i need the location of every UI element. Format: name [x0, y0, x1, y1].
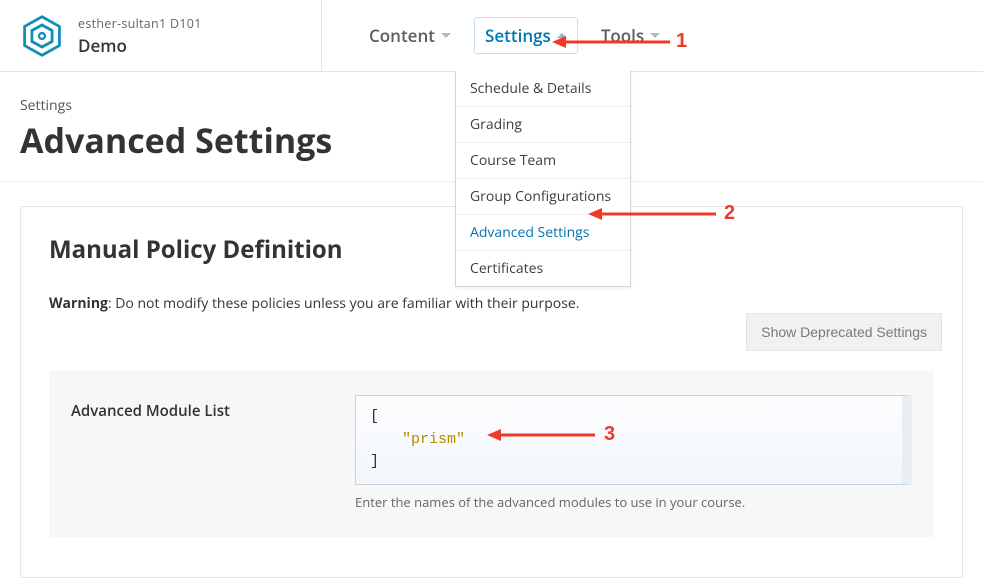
top-bar: esther-sultan1 D101 Demo Content Setting…: [0, 0, 983, 72]
policy-value-block: [ "prism" ] Enter the names of the advan…: [355, 395, 912, 511]
main-nav: Content Settings Tools: [322, 0, 671, 71]
code-close-bracket: ]: [370, 453, 379, 470]
policy-help-text: Enter the names of the advanced modules …: [355, 493, 912, 511]
policy-row: Advanced Module List [ "prism" ] Enter t…: [49, 371, 934, 537]
policy-label: Advanced Module List: [71, 395, 325, 421]
logo-icon: [20, 14, 64, 58]
dropdown-item-certificates[interactable]: Certificates: [456, 251, 630, 286]
chevron-down-icon: [441, 33, 451, 38]
show-deprecated-button[interactable]: Show Deprecated Settings: [746, 313, 942, 351]
warning-text: : Do not modify these policies unless yo…: [108, 294, 579, 313]
code-open-bracket: [: [370, 408, 379, 425]
dropdown-item-schedule[interactable]: Schedule & Details: [456, 71, 630, 107]
chevron-down-icon: [650, 33, 660, 38]
nav-tools[interactable]: Tools: [590, 17, 671, 54]
warning-row: Warning: Do not modify these policies un…: [49, 294, 934, 313]
advanced-module-list-input[interactable]: [ "prism" ]: [355, 395, 912, 485]
brand-text: esther-sultan1 D101 Demo: [78, 15, 202, 57]
dropdown-item-group-config[interactable]: Group Configurations: [456, 179, 630, 215]
nav-content[interactable]: Content: [358, 17, 462, 54]
warning-label: Warning: [49, 294, 108, 313]
brand-block: esther-sultan1 D101 Demo: [0, 0, 322, 71]
settings-dropdown: Schedule & Details Grading Course Team G…: [455, 71, 631, 287]
chevron-up-icon: [557, 33, 567, 38]
nav-tools-label: Tools: [601, 24, 644, 47]
dropdown-item-course-team[interactable]: Course Team: [456, 143, 630, 179]
nav-content-label: Content: [369, 24, 435, 47]
dropdown-item-advanced-settings[interactable]: Advanced Settings: [456, 215, 630, 251]
dropdown-item-grading[interactable]: Grading: [456, 107, 630, 143]
nav-settings[interactable]: Settings: [474, 17, 578, 54]
course-id: esther-sultan1 D101: [78, 15, 202, 32]
nav-settings-label: Settings: [485, 24, 551, 47]
course-title: Demo: [78, 34, 202, 57]
code-string-value: "prism": [402, 431, 465, 448]
